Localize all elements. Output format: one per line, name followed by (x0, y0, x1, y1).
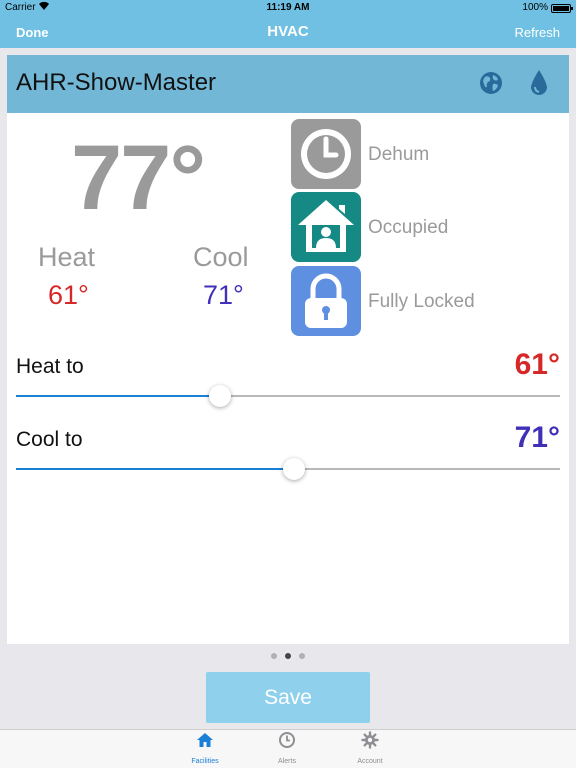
heat-to-value: 61° (514, 348, 560, 381)
cool-to-value: 71° (514, 421, 560, 454)
occupied-status-label: Occupied (368, 217, 449, 238)
tab-label: Facilities (191, 758, 219, 765)
page-indicator[interactable] (0, 653, 576, 661)
clock-icon (252, 731, 322, 754)
battery-fill (553, 6, 569, 11)
page-dot (285, 653, 291, 659)
refresh-button[interactable]: Refresh (514, 25, 560, 40)
current-temperature: 77° (71, 127, 206, 229)
occupied-status-tile[interactable] (291, 192, 361, 262)
tab-bar: Facilities Alerts Account (0, 729, 576, 768)
battery-icon (551, 4, 573, 13)
battery-percentage: 100% (522, 2, 548, 13)
heat-to-label: Heat to (16, 355, 84, 378)
home-icon (170, 731, 240, 754)
heat-to-slider[interactable] (16, 384, 560, 408)
nav-title: HVAC (267, 23, 309, 40)
page-dot (271, 653, 277, 659)
save-button[interactable]: Save (206, 672, 370, 723)
lock-icon (291, 273, 361, 340)
device-name: AHR-Show-Master (16, 69, 217, 96)
cool-to-label: Cool to (16, 428, 83, 451)
locked-status-label: Fully Locked (368, 291, 475, 312)
home-person-icon (291, 200, 361, 266)
cool-label: Cool (193, 242, 249, 272)
thermostat-card: AHR-Show-Master 77° Heat Cool 61° 71° De… (7, 55, 569, 644)
tab-label: Alerts (278, 758, 296, 765)
slider-filled-track (16, 468, 294, 470)
heat-label: Heat (38, 242, 96, 272)
nav-bar: Done HVAC Refresh (0, 16, 576, 48)
tab-label: Account (357, 758, 383, 765)
clock-icon (291, 129, 361, 193)
cool-setpoint-value: 71° (203, 280, 244, 310)
card-header: AHR-Show-Master (7, 55, 569, 113)
gear-icon (335, 731, 405, 754)
page-dot (299, 653, 305, 659)
cool-to-slider[interactable] (16, 457, 560, 481)
dehum-status-tile[interactable] (291, 119, 361, 189)
dehum-status-label: Dehum (368, 144, 430, 165)
slider-thumb[interactable] (209, 385, 231, 407)
globe-icon[interactable] (479, 71, 503, 100)
slider-filled-track (16, 395, 220, 397)
locked-status-tile[interactable] (291, 266, 361, 336)
heat-setpoint-value: 61° (48, 280, 89, 310)
tab-alerts[interactable]: Alerts (252, 730, 322, 768)
status-bar: Carrier 11:19 AM 100% (0, 0, 576, 16)
tab-account[interactable]: Account (335, 730, 405, 768)
tab-facilities[interactable]: Facilities (170, 730, 240, 768)
slider-thumb[interactable] (282, 458, 305, 480)
water-drop-icon[interactable] (528, 69, 550, 102)
clock-time: 11:19 AM (266, 2, 310, 13)
